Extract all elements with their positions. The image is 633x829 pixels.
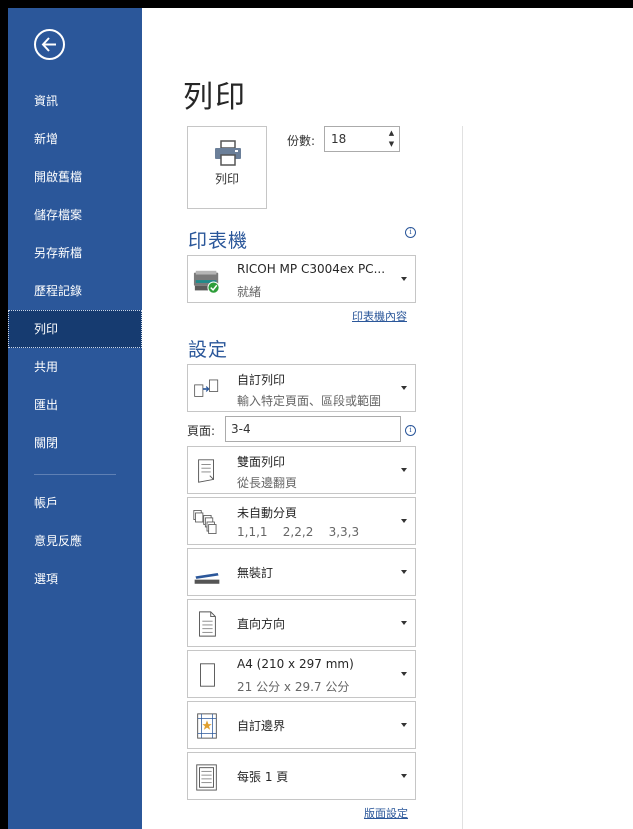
paper-size-icon (200, 663, 215, 687)
printer-heading: 印表機 (188, 230, 249, 252)
page-title: 列印 (183, 80, 247, 115)
sidebar-item-save[interactable]: 儲存檔案 (8, 196, 142, 234)
pages-per-sheet-title: 每張 1 頁 (237, 770, 289, 784)
copies-value: 18 (331, 132, 347, 146)
sidebar-item-save-as[interactable]: 另存新檔 (8, 234, 142, 272)
sidebar-item-share[interactable]: 共用 (8, 348, 142, 386)
duplex-dropdown[interactable]: 雙面列印 從長邊翻頁 (187, 446, 416, 494)
sidebar-item-close[interactable]: 關閉 (8, 424, 142, 462)
copies-decrement-button[interactable]: ▼ (387, 140, 396, 149)
sidebar-item-info[interactable]: 資訊 (8, 82, 142, 120)
duplex-print-icon (198, 459, 214, 483)
chevron-down-icon (401, 570, 407, 574)
printer-dropdown[interactable]: RICOH MP C3004ex PC... 就緒 (187, 255, 416, 303)
chevron-down-icon (401, 672, 407, 676)
settings-heading: 設定 (188, 339, 229, 361)
sidebar-item-feedback[interactable]: 意見反應 (8, 522, 142, 560)
paper-size-title: A4 (210 x 297 mm) (237, 657, 354, 671)
print-range-dropdown[interactable]: 自訂列印 輸入特定頁面、區段或範圍 (187, 364, 416, 412)
chevron-down-icon (401, 519, 407, 523)
sidebar-item-new[interactable]: 新增 (8, 120, 142, 158)
chevron-down-icon (401, 277, 407, 281)
orientation-title: 直向方向 (237, 617, 286, 631)
printer-ready-icon (193, 270, 220, 294)
sidebar-item-open[interactable]: 開啟舊檔 (8, 158, 142, 196)
printer-status: 就緒 (237, 285, 262, 299)
sidebar-divider (34, 474, 116, 475)
pages-value: 3-4 (231, 422, 251, 436)
chevron-down-icon (401, 774, 407, 778)
pages-info-icon[interactable]: i (405, 425, 416, 436)
copies-increment-button[interactable]: ▲ (387, 129, 396, 138)
copies-label: 份數: (287, 134, 316, 148)
printer-icon (215, 140, 241, 166)
margins-dropdown[interactable]: 自訂邊界 (187, 701, 416, 749)
staple-title: 無裝訂 (237, 566, 274, 580)
sidebar-item-export[interactable]: 匯出 (8, 386, 142, 424)
collate-dropdown[interactable]: 未自動分頁 1,1,1 2,2,2 3,3,3 (187, 497, 416, 545)
print-backstage: 資訊 新增 開啟舊檔 儲存檔案 另存新檔 歷程記錄 列印 共用 匯出 關閉 帳戶… (8, 8, 633, 829)
pages-per-sheet-icon (196, 764, 217, 791)
chevron-down-icon (401, 723, 407, 727)
pages-per-sheet-dropdown[interactable]: 每張 1 頁 (187, 752, 416, 800)
print-button[interactable]: 列印 (187, 126, 267, 209)
print-button-label: 列印 (214, 172, 239, 186)
back-button[interactable] (34, 29, 65, 60)
print-range-title: 自訂列印 (237, 373, 286, 387)
custom-range-icon (194, 379, 219, 397)
backstage-sidebar: 資訊 新增 開啟舊檔 儲存檔案 另存新檔 歷程記錄 列印 共用 匯出 關閉 帳戶… (8, 8, 142, 829)
collate-title: 未自動分頁 (237, 506, 298, 520)
chevron-down-icon (401, 621, 407, 625)
preview-divider (462, 126, 463, 829)
stapler-icon (194, 573, 220, 584)
printer-name: RICOH MP C3004ex PC... (237, 262, 386, 276)
sidebar-item-options[interactable]: 選項 (8, 560, 142, 598)
duplex-title: 雙面列印 (237, 455, 286, 469)
portrait-orientation-icon (199, 611, 216, 637)
page-setup-link[interactable]: 版面設定 (364, 805, 408, 821)
collate-subtitle: 1,1,1 2,2,2 3,3,3 (237, 525, 360, 539)
copies-input[interactable]: 18 ▲ ▼ (324, 126, 400, 152)
chevron-down-icon (401, 386, 407, 390)
sidebar-item-history[interactable]: 歷程記錄 (8, 272, 142, 310)
pages-label: 頁面: (187, 424, 216, 438)
staple-dropdown[interactable]: 無裝訂 (187, 548, 416, 596)
pages-input[interactable]: 3-4 (225, 416, 401, 442)
printer-info-icon[interactable]: i (405, 227, 416, 238)
uncollated-icon (193, 510, 217, 534)
duplex-subtitle: 從長邊翻頁 (237, 476, 298, 490)
back-arrow-icon (41, 37, 56, 52)
print-range-subtitle: 輸入特定頁面、區段或範圍 (237, 394, 382, 408)
printer-properties-link[interactable]: 印表機內容 (352, 308, 407, 324)
sidebar-item-account[interactable]: 帳戶 (8, 484, 142, 522)
orientation-dropdown[interactable]: 直向方向 (187, 599, 416, 647)
chevron-down-icon (401, 468, 407, 472)
sidebar-item-print[interactable]: 列印 (8, 310, 142, 348)
paper-size-subtitle: 21 公分 x 29.7 公分 (237, 680, 350, 694)
custom-margins-icon (197, 713, 217, 739)
paper-size-dropdown[interactable]: A4 (210 x 297 mm) 21 公分 x 29.7 公分 (187, 650, 416, 698)
margins-title: 自訂邊界 (237, 719, 286, 733)
